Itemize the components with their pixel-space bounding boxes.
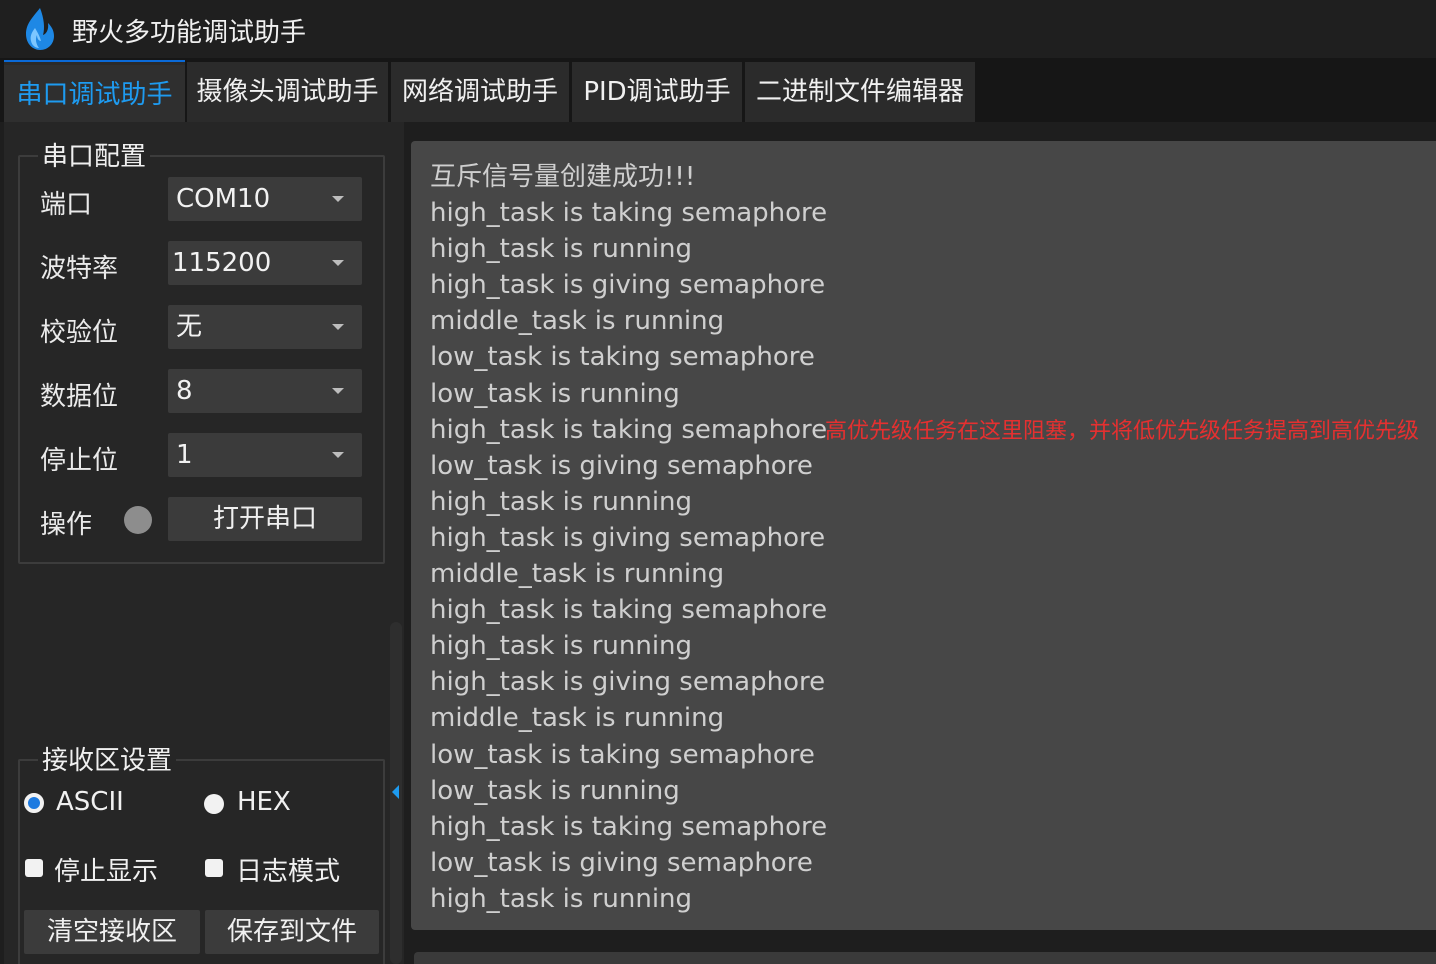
tab-serial[interactable]: 串口调试助手 xyxy=(4,62,185,122)
receive-line: low_task is taking semaphore xyxy=(430,342,815,373)
receive-text-area[interactable]: 互斥信号量创建成功!!! high_task is taking semaphor… xyxy=(411,141,1436,930)
receive-line: middle_task is running xyxy=(430,306,725,337)
receive-line: 互斥信号量创建成功!!! xyxy=(430,162,696,192)
receive-line: high_task is taking semaphore xyxy=(430,595,828,626)
tab-camera[interactable]: 摄像头调试助手 xyxy=(187,62,388,122)
receive-line: high_task is taking semaphore xyxy=(430,414,828,445)
ascii-label: ASCII xyxy=(56,787,124,817)
hex-label: HEX xyxy=(237,787,291,817)
serial-config-title: 串口配置 xyxy=(38,136,151,173)
tab-binary-editor[interactable]: 二进制文件编辑器 xyxy=(745,62,975,122)
operation-label: 操作 xyxy=(40,510,93,540)
receive-line: low_task is giving semaphore xyxy=(430,450,813,481)
baud-label: 波特率 xyxy=(40,254,119,284)
collapse-left-arrow-icon[interactable] xyxy=(392,785,399,799)
tab-bar: 串口调试助手 摄像头调试助手 网络调试助手 PID调试助手 二进制文件编辑器 xyxy=(0,58,1436,122)
chevron-down-icon xyxy=(332,388,344,394)
chevron-down-icon xyxy=(332,452,344,458)
title-bar: 野火多功能调试助手 xyxy=(0,0,1436,58)
receive-line: high_task is giving semaphore xyxy=(430,522,826,553)
chevron-down-icon xyxy=(332,260,344,266)
stopbits-select[interactable]: 1 xyxy=(168,433,362,477)
parity-select[interactable]: 无 xyxy=(168,305,362,349)
receive-line: high_task is running xyxy=(430,631,693,662)
tab-network[interactable]: 网络调试助手 xyxy=(391,62,569,122)
port-status-indicator-icon xyxy=(124,506,152,534)
log-mode-label: 日志模式 xyxy=(236,857,341,887)
stop-display-label: 停止显示 xyxy=(54,857,159,887)
receive-line: low_task is giving semaphore xyxy=(430,847,813,878)
stopbits-label: 停止位 xyxy=(40,446,119,476)
receive-lines: 互斥信号量创建成功!!! high_task is taking semaphor… xyxy=(430,159,827,917)
baud-select[interactable]: 115200 xyxy=(168,241,362,285)
receive-line: high_task is running xyxy=(430,883,693,914)
databits-label: 数据位 xyxy=(40,382,119,412)
stop-display-checkbox[interactable] xyxy=(25,859,43,877)
chevron-down-icon xyxy=(332,196,344,202)
receive-line: high_task is giving semaphore xyxy=(430,270,826,301)
receive-line: high_task is running xyxy=(430,486,693,517)
baud-value: 115200 xyxy=(172,248,272,278)
databits-value: 8 xyxy=(176,376,193,406)
receive-line: high_task is giving semaphore xyxy=(430,667,826,698)
hex-radio[interactable] xyxy=(204,794,224,814)
log-mode-checkbox[interactable] xyxy=(205,859,223,877)
tab-pid[interactable]: PID调试助手 xyxy=(572,62,742,122)
open-port-button[interactable]: 打开串口 xyxy=(168,497,362,541)
receive-line: low_task is running xyxy=(430,775,680,806)
annotation-text: 高优先级任务在这里阻塞，并将低优先级任务提高到高优先级 xyxy=(825,419,1420,444)
port-label: 端口 xyxy=(40,190,93,220)
send-area-edge[interactable] xyxy=(414,952,1436,964)
chevron-down-icon xyxy=(332,324,344,330)
left-panel: 串口配置 端口 COM10 波特率 115200 校验位 无 数据位 8 停止位… xyxy=(4,122,404,964)
parity-value: 无 xyxy=(176,312,203,342)
save-to-file-button[interactable]: 保存到文件 xyxy=(205,910,379,954)
flame-logo-icon xyxy=(26,8,54,50)
app-window: 野火多功能调试助手 串口调试助手 摄像头调试助手 网络调试助手 PID调试助手 … xyxy=(0,0,1436,964)
receive-line: middle_task is running xyxy=(430,703,725,734)
app-title: 野火多功能调试助手 xyxy=(72,18,307,48)
receive-line: low_task is running xyxy=(430,378,680,409)
stopbits-value: 1 xyxy=(176,440,193,470)
parity-label: 校验位 xyxy=(40,318,119,348)
receive-line: high_task is taking semaphore xyxy=(430,811,828,842)
clear-receive-button[interactable]: 清空接收区 xyxy=(24,910,200,954)
receive-line: high_task is taking semaphore xyxy=(430,198,828,229)
port-value: COM10 xyxy=(176,184,271,214)
databits-select[interactable]: 8 xyxy=(168,369,362,413)
ascii-radio[interactable] xyxy=(24,793,44,813)
receive-settings-title: 接收区设置 xyxy=(38,740,177,777)
port-select[interactable]: COM10 xyxy=(168,177,362,221)
receive-line: middle_task is running xyxy=(430,559,725,590)
receive-line: high_task is running xyxy=(430,234,693,265)
receive-line: low_task is taking semaphore xyxy=(430,739,815,770)
